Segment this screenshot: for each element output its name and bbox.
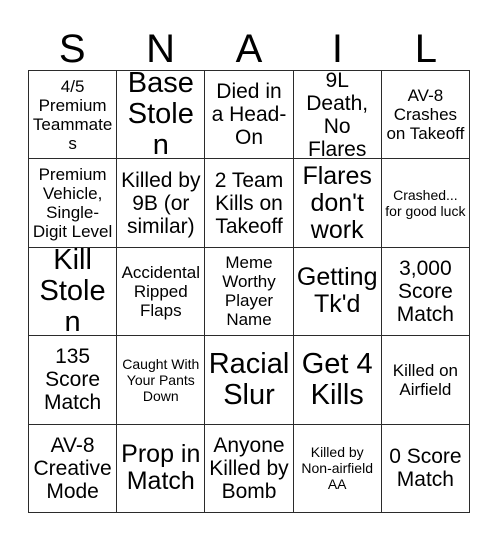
bingo-cell-label: Killed by 9B (or similar) <box>121 168 201 238</box>
bingo-cell[interactable]: Died in a Head-On <box>205 71 294 160</box>
bingo-cell[interactable]: Get 4 Kills <box>293 336 382 425</box>
bingo-cell[interactable]: AV-8 Creative Mode <box>29 424 118 513</box>
bingo-cell[interactable]: Crashed... for good luck <box>381 159 470 248</box>
header-letter-l: L <box>414 27 437 71</box>
bingo-grid: 4/5 Premium Teammates Base Stolen Died i… <box>28 70 470 513</box>
bingo-cell-label: 0 Score Match <box>389 445 462 492</box>
bingo-cell[interactable]: Killed by Non-airfield AA <box>293 424 382 513</box>
bingo-cell[interactable]: 135 Score Match <box>29 336 118 425</box>
bingo-cell-label: 4/5 Premium Teammates <box>32 76 113 153</box>
bingo-cell-label: Flares don't work <box>302 161 372 244</box>
bingo-cell[interactable]: Base Stolen <box>117 71 206 160</box>
header-letter-n: N <box>146 27 176 71</box>
bingo-cell-label: Getting Tk'd <box>296 263 378 319</box>
bingo-cell[interactable]: 3,000 Score Match <box>381 247 470 337</box>
bingo-cell-label: Died in a Head-On <box>211 80 287 150</box>
bingo-cell-label: Crashed... for good luck <box>385 187 466 220</box>
bingo-cell[interactable]: Killed on Airfield <box>381 336 470 425</box>
bingo-cell[interactable]: Meme Worthy Player Name <box>205 247 294 337</box>
bingo-cell[interactable]: Killed by 9B (or similar) <box>117 159 206 248</box>
bingo-cell-label: Racial Slur <box>208 347 290 411</box>
bingo-cell-label: Meme Worthy Player Name <box>222 253 276 330</box>
bingo-cell[interactable]: Caught With Your Pants Down <box>117 336 206 425</box>
bingo-cell[interactable]: Premium Vehicle, Single-Digit Level <box>29 159 118 248</box>
bingo-cell-label: Killed on Airfield <box>392 360 458 399</box>
bingo-cell-label: 3,000 Score Match <box>396 256 454 326</box>
bingo-cell-label: 9L Death, No Flares <box>306 71 369 160</box>
bingo-cell[interactable]: Prop in Match <box>117 424 206 513</box>
bingo-cell-label: Base Stolen <box>127 71 194 160</box>
bingo-cell-label: Anyone Killed by Bomb <box>209 433 289 503</box>
bingo-cell[interactable]: 0 Score Match <box>381 424 470 513</box>
bingo-cell-label: Premium Vehicle, Single-Digit Level <box>32 165 113 242</box>
bingo-cell[interactable]: Kill Stolen <box>29 247 118 337</box>
bingo-cell[interactable]: Accidental Ripped Flaps <box>117 247 206 337</box>
bingo-card: S N A I L 4/5 Premium Teammates Base Sto… <box>0 0 500 544</box>
bingo-header: S N A I L <box>28 22 470 70</box>
bingo-cell-label: Accidental Ripped Flaps <box>121 262 200 320</box>
header-letter-a: A <box>235 27 263 71</box>
bingo-cell-label: 2 Team Kills on Takeoff <box>214 168 284 238</box>
bingo-cell-label: AV-8 Crashes on Takeoff <box>386 86 465 144</box>
bingo-cell-label: Killed by Non-airfield AA <box>301 444 373 493</box>
bingo-cell-label: Get 4 Kills <box>301 347 373 411</box>
bingo-cell-label: Kill Stolen <box>39 247 106 337</box>
bingo-cell-label: AV-8 Creative Mode <box>33 433 112 503</box>
bingo-cell[interactable]: Getting Tk'd <box>293 247 382 337</box>
header-letter-i: I <box>331 27 343 71</box>
header-letter-s: S <box>58 27 86 71</box>
bingo-cell-label: 135 Score Match <box>44 345 102 415</box>
bingo-cell[interactable]: AV-8 Crashes on Takeoff <box>381 71 470 160</box>
bingo-cell[interactable]: 2 Team Kills on Takeoff <box>205 159 294 248</box>
bingo-cell-label: Caught With Your Pants Down <box>122 355 200 404</box>
bingo-cell-label: Prop in Match <box>121 440 201 496</box>
bingo-cell[interactable]: 9L Death, No Flares <box>293 71 382 160</box>
bingo-cell[interactable]: Racial Slur <box>205 336 294 425</box>
bingo-cell[interactable]: Flares don't work <box>293 159 382 248</box>
bingo-cell[interactable]: Anyone Killed by Bomb <box>205 424 294 513</box>
bingo-cell[interactable]: 4/5 Premium Teammates <box>29 71 118 160</box>
